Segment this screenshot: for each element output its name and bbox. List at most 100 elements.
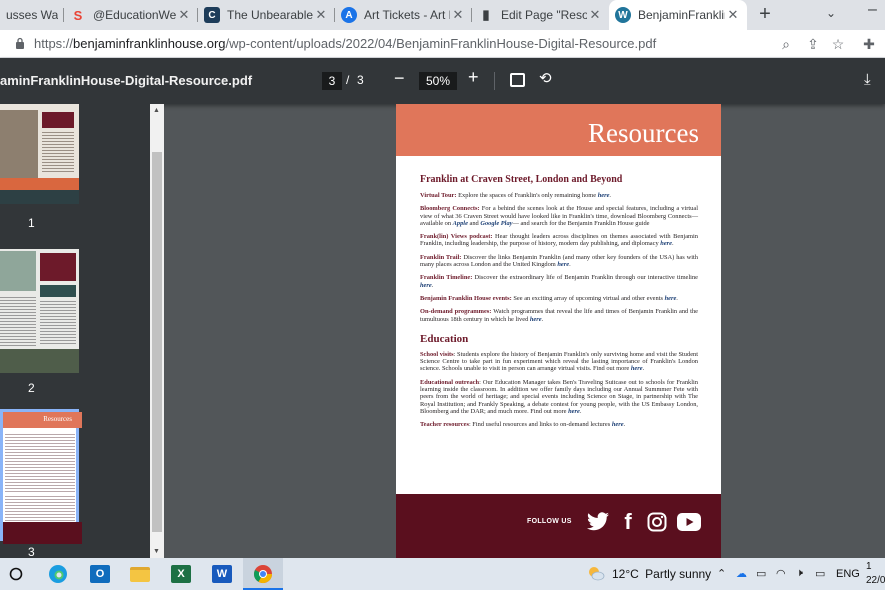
close-icon[interactable]: ✕ xyxy=(587,7,603,23)
tab-0[interactable]: usses Wa xyxy=(0,0,64,30)
thumb-footer xyxy=(0,349,79,373)
a-icon: A xyxy=(341,7,357,23)
search-circle-icon[interactable] xyxy=(4,562,28,586)
resource-item: Franklin Timeline: Discover the extraord… xyxy=(420,274,698,289)
item-link-2[interactable]: Google Play xyxy=(480,220,512,227)
tab-title: BenjaminFranklinHo xyxy=(638,8,725,22)
zoom-out-button[interactable]: − xyxy=(394,68,405,89)
thumbnail-page-2[interactable] xyxy=(0,249,79,373)
fit-to-page-icon[interactable] xyxy=(510,73,525,87)
minimize-icon[interactable]: – xyxy=(868,1,877,19)
taskbar: O X W 12°C Partly sunny ⌃ ☁ ▭ ◠ 🕨 ▭ ENG … xyxy=(0,558,885,590)
item-key: Benjamin Franklin House events: xyxy=(420,294,512,302)
zoom-level-input[interactable]: 50% xyxy=(419,72,457,90)
thumbnail-label: 3 xyxy=(28,545,35,558)
c-icon: C xyxy=(204,7,220,23)
section-heading: Franklin at Craven Street, London and Be… xyxy=(420,174,623,185)
tab-search-icon[interactable]: ⌄ xyxy=(826,6,836,20)
item-key: Franklin Timeline: xyxy=(420,274,473,282)
wordpress-icon: W xyxy=(615,7,631,23)
battery-icon[interactable]: ▭ xyxy=(756,567,766,580)
item-link[interactable]: here xyxy=(631,365,643,372)
chevron-up-icon[interactable]: ⌃ xyxy=(717,567,726,580)
toolbar-divider xyxy=(494,72,495,90)
google-icon: S xyxy=(73,7,83,23)
outlook-icon[interactable]: O xyxy=(88,562,112,586)
tab-3[interactable]: A Art Tickets - Art Fu ✕ xyxy=(335,0,472,30)
facebook-icon[interactable]: f xyxy=(617,509,639,534)
excel-icon[interactable]: X xyxy=(169,562,193,586)
item-link[interactable]: here xyxy=(660,240,672,247)
scroll-up-icon[interactable]: ▲ xyxy=(153,107,160,114)
thumb-band xyxy=(0,178,79,190)
thumb-text xyxy=(0,297,36,347)
page-number-input[interactable]: 3 xyxy=(322,72,342,90)
item-link[interactable]: here xyxy=(420,282,432,289)
resource-item: Frank(lin) Views podcast: Hear thought l… xyxy=(420,233,698,248)
thumbnail-label: 1 xyxy=(28,216,35,230)
url-field[interactable]: https://benjaminfranklinhouse.org/wp-con… xyxy=(34,36,656,51)
tab-4[interactable]: ▮ Edit Page "Resourc ✕ xyxy=(472,0,609,30)
close-icon[interactable]: ✕ xyxy=(176,7,192,23)
weather-desc: Partly sunny xyxy=(645,567,712,581)
item-link[interactable]: here xyxy=(568,408,580,415)
word-icon[interactable]: W xyxy=(210,562,234,586)
clock-time: 1 xyxy=(866,561,872,572)
tab-1[interactable]: S @EducationWeek - ✕ xyxy=(64,0,198,30)
sidebar-scrollbar[interactable]: ▲ ▼ xyxy=(150,104,164,558)
mute-icon[interactable]: 🕨 xyxy=(796,567,803,580)
rotate-icon[interactable]: ⟲ xyxy=(539,71,555,87)
tab-2[interactable]: C The Unbearable Wl ✕ xyxy=(198,0,335,30)
onedrive-icon[interactable]: ☁ xyxy=(736,567,747,580)
pdf-toolbar: aminFranklinHouse-Digital-Resource.pdf 3… xyxy=(0,58,885,104)
new-tab-button[interactable]: + xyxy=(754,4,776,26)
extensions-icon[interactable]: ✚ xyxy=(860,35,878,53)
twitter-icon[interactable] xyxy=(584,511,612,533)
language-indicator[interactable]: ENG xyxy=(836,568,860,580)
wifi-icon[interactable]: ◠ xyxy=(776,567,786,580)
url-scheme: https:// xyxy=(34,36,74,51)
close-icon[interactable]: ✕ xyxy=(313,7,329,23)
page-content: Franklin at Craven Street, London and Be… xyxy=(420,174,698,435)
resource-item: Bloomberg Connects: For a behind the sce… xyxy=(420,205,698,227)
close-icon[interactable]: ✕ xyxy=(450,7,466,23)
display-icon[interactable]: ▭ xyxy=(815,567,825,580)
thumbnail-page-3-selected[interactable]: Resources xyxy=(0,409,82,544)
thumbnail-sidebar: 1 2 Resources 3 xyxy=(0,104,150,558)
item-link[interactable]: Apple xyxy=(453,220,468,227)
item-text: : Students explore the history of Benjam… xyxy=(420,350,699,373)
chrome-taskbar-active[interactable] xyxy=(243,558,283,590)
scrollbar-thumb[interactable] xyxy=(152,152,162,532)
item-link[interactable]: here xyxy=(665,295,677,302)
section-heading: Education xyxy=(420,332,469,345)
instagram-icon[interactable] xyxy=(645,511,669,533)
tab-title: Edit Page "Resourc xyxy=(501,8,587,22)
item-text: : Find useful resources and links to on-… xyxy=(468,421,612,429)
file-explorer-icon[interactable] xyxy=(128,562,152,586)
share-icon[interactable]: ⇪ xyxy=(804,35,822,53)
bookmark-star-icon[interactable]: ☆ xyxy=(829,35,847,53)
thumb-footer xyxy=(0,190,79,204)
download-icon[interactable]: ⤓ xyxy=(864,71,871,88)
pdf-page: Resources Franklin at Craven Street, Lon… xyxy=(396,104,721,558)
item-link[interactable]: here xyxy=(612,421,624,428)
close-icon[interactable]: ✕ xyxy=(725,7,741,23)
chrome-icon xyxy=(254,565,272,584)
page-footer: FOLLOW US f xyxy=(396,494,721,558)
youtube-icon[interactable] xyxy=(676,511,702,533)
edge-icon[interactable] xyxy=(46,562,70,586)
lock-icon[interactable] xyxy=(15,37,25,50)
zoom-in-button[interactable]: + xyxy=(468,67,479,88)
thumbnail-page-1[interactable] xyxy=(0,104,79,204)
resource-item: Educational outreach: Our Education Mana… xyxy=(420,379,698,415)
clock[interactable]: 1 22/0 xyxy=(866,560,885,588)
scroll-down-icon[interactable]: ▼ xyxy=(153,548,160,555)
item-link[interactable]: here xyxy=(598,192,610,199)
tab-5-active[interactable]: W BenjaminFranklinHo ✕ xyxy=(609,0,747,30)
weather-widget[interactable]: 12°C Partly sunny xyxy=(612,567,711,581)
zoom-lens-icon[interactable]: ⌕ xyxy=(777,35,795,53)
item-link[interactable]: here xyxy=(530,316,542,323)
url-path: /wp-content/uploads/2022/04/BenjaminFran… xyxy=(225,36,657,51)
weather-sun-icon xyxy=(587,565,605,581)
item-link[interactable]: here xyxy=(557,261,569,268)
